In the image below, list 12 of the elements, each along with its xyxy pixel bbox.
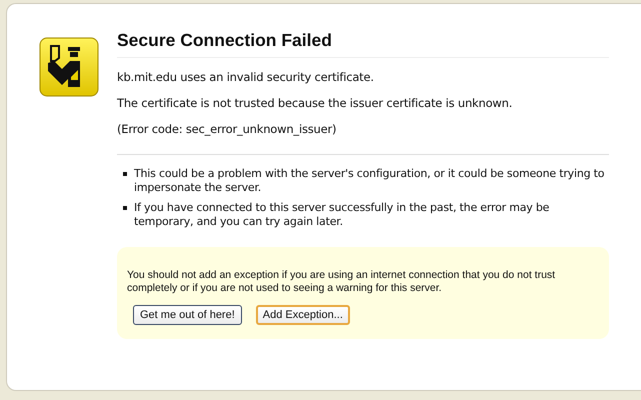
officer-icon bbox=[39, 37, 99, 97]
action-button[interactable]: Get me out of here! bbox=[133, 305, 242, 325]
bullet-icon bbox=[123, 172, 127, 176]
short-description: kb.mit.edu uses an invalid security certificate. bbox=[117, 70, 375, 84]
warning-text: You should not add an exception if you are using an internet connection that you do not trust completely or if you are not used to seeing a warning for this server. bbox=[127, 269, 556, 295]
bullet-icon bbox=[123, 206, 127, 210]
action-button[interactable]: Add Exception... bbox=[256, 305, 350, 325]
bullet-text: This could be a problem with the server's configuration, or it could be someone trying to impersonate the server. bbox=[134, 167, 606, 195]
page-title: Secure Connection Failed bbox=[117, 30, 609, 58]
bullet-text: If you have connected to this server successfully in the past, the error may be temporary, and you can try again later. bbox=[134, 201, 550, 229]
detail-text: The certificate is not trusted because the issuer certificate is unknown. bbox=[117, 96, 514, 110]
detail-text: (Error code: sec_error_unknown_issuer) bbox=[117, 122, 338, 136]
